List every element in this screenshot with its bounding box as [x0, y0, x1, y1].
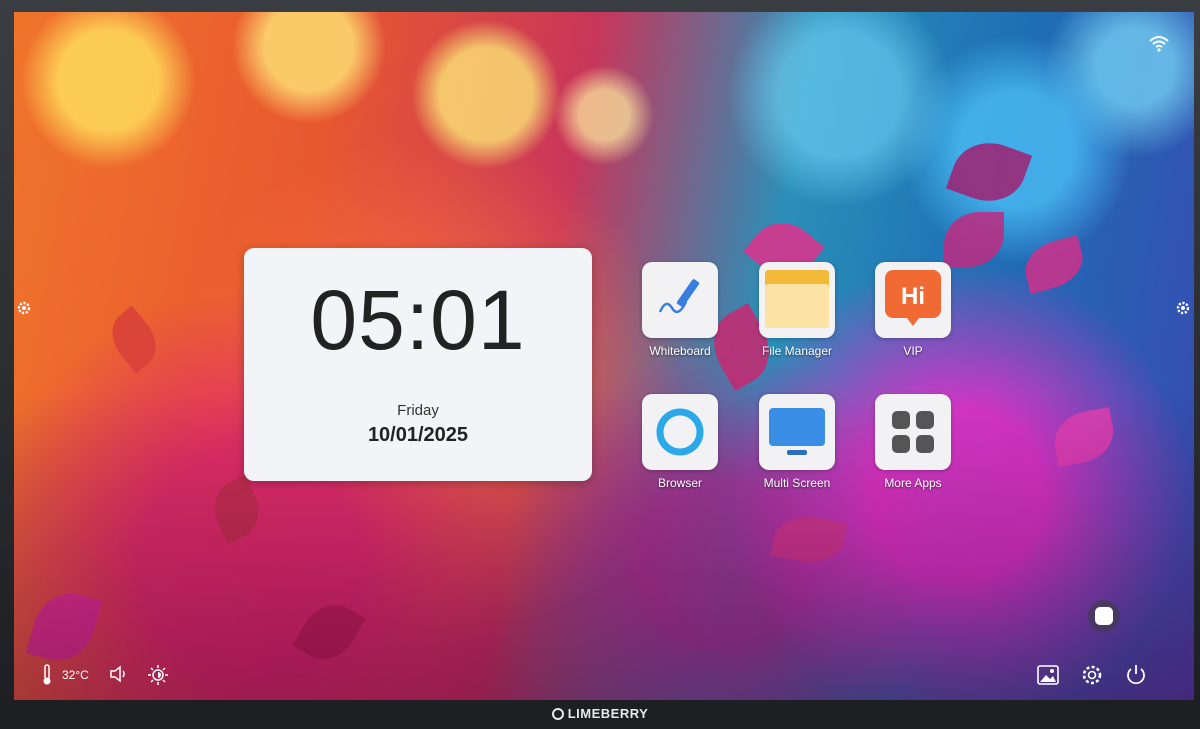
- app-label-browser: Browser: [657, 476, 702, 490]
- wallpaper-leaf: [945, 131, 1033, 213]
- app-vip[interactable]: Hi VIP: [873, 262, 953, 358]
- wallpaper-leaf: [1019, 235, 1089, 294]
- brand-logo: LIMEBERRY: [0, 706, 1200, 721]
- monitor-icon: [759, 394, 835, 470]
- hi-badge-icon: Hi: [875, 262, 951, 338]
- right-settings-gear-icon[interactable]: [1175, 300, 1191, 316]
- app-label-more-apps: More Apps: [884, 476, 942, 490]
- settings-gear-icon[interactable]: [1080, 663, 1104, 687]
- clock-date: 10/01/2025: [367, 424, 469, 446]
- wallpaper-leaf: [204, 475, 269, 544]
- wallpaper-leaf: [770, 511, 848, 568]
- wallpaper-leaf: [944, 212, 1004, 267]
- wallpaper-leaf: [1050, 407, 1118, 467]
- app-multi-screen[interactable]: Multi Screen: [757, 394, 837, 490]
- folder-icon: [759, 262, 835, 338]
- wallpaper-leaf: [101, 305, 167, 374]
- app-label-whiteboard: Whiteboard: [649, 344, 711, 358]
- app-label-multi-screen: Multi Screen: [763, 476, 831, 490]
- vip-badge-text: Hi: [901, 283, 925, 310]
- whiteboard-icon: [642, 262, 718, 338]
- assist-square-icon: [1095, 607, 1113, 625]
- brand-name: LIMEBERRY: [567, 706, 649, 721]
- app-label-vip: VIP: [903, 344, 923, 358]
- app-browser[interactable]: Browser: [640, 394, 720, 490]
- wallpaper-leaf: [292, 593, 366, 671]
- app-more-apps[interactable]: More Apps: [873, 394, 953, 490]
- brand-mark-icon: [551, 708, 564, 720]
- app-file-manager[interactable]: File Manager: [757, 262, 837, 358]
- thermometer-icon: [43, 664, 51, 685]
- clock-time: 05:01: [310, 273, 526, 367]
- power-icon[interactable]: [1124, 663, 1148, 687]
- app-whiteboard[interactable]: Whiteboard: [640, 262, 720, 358]
- volume-icon[interactable]: [108, 664, 130, 684]
- browser-ring-icon: [642, 394, 718, 470]
- app-label-file-manager: File Manager: [761, 344, 833, 358]
- temperature-readout: 32°C: [62, 668, 89, 682]
- home-screen: [14, 12, 1194, 700]
- left-settings-gear-icon[interactable]: [16, 300, 32, 316]
- wifi-icon: [1149, 36, 1169, 52]
- brightness-icon[interactable]: [146, 663, 170, 687]
- clock-widget[interactable]: 05:01 Friday 10/01/2025: [244, 248, 592, 481]
- grid-icon: [875, 394, 951, 470]
- floating-assist-button[interactable]: [1088, 600, 1120, 632]
- wallpaper-picture-icon[interactable]: [1036, 664, 1060, 686]
- wallpaper-leaf: [25, 585, 103, 669]
- clock-day: Friday: [397, 402, 439, 419]
